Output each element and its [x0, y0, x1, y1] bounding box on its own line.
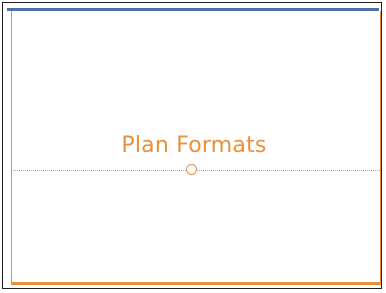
top-accent-bar: [7, 8, 379, 11]
slide-title[interactable]: Plan Formats: [7, 133, 381, 159]
bottom-accent-bar: [11, 282, 381, 285]
title-slide[interactable]: Plan Formats: [7, 7, 381, 287]
circle-ornament-icon: [186, 164, 197, 175]
